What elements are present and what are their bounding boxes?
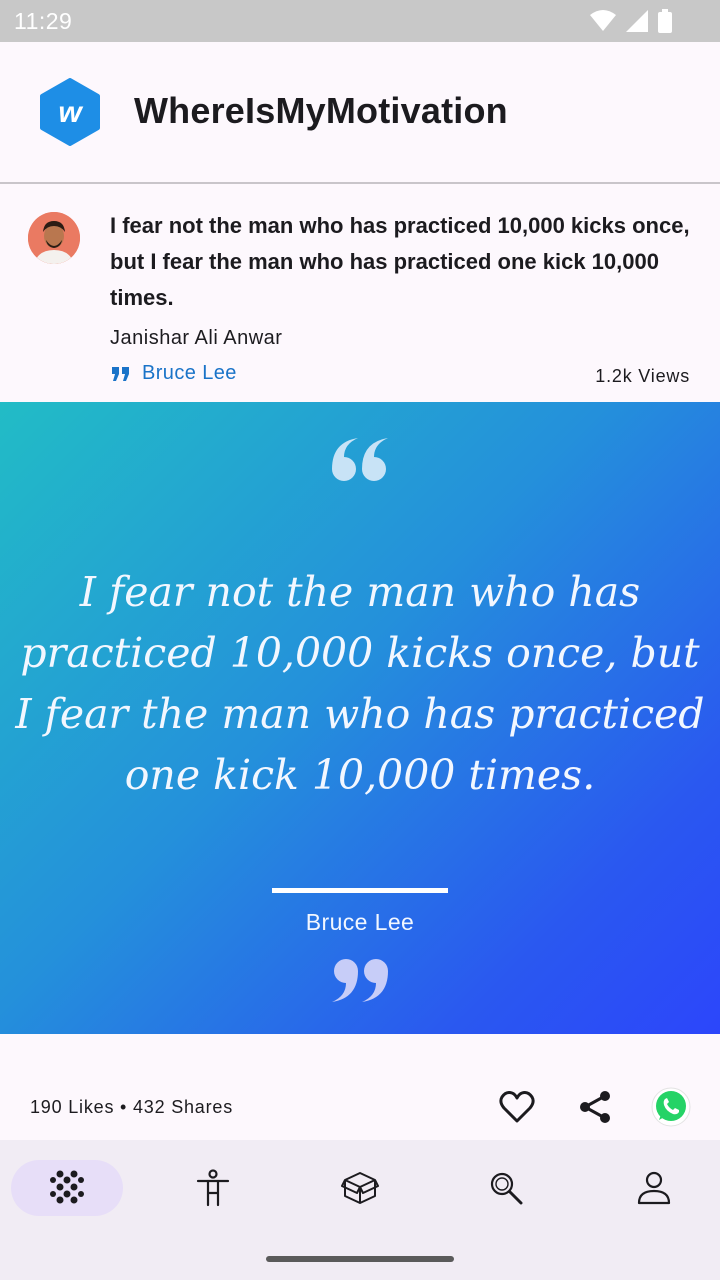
post-quote[interactable]: I fear not the man who has practiced 10,… <box>110 208 700 316</box>
app-logo: w <box>40 78 100 146</box>
nav-search[interactable] <box>486 1160 526 1216</box>
nav-home[interactable] <box>11 1160 123 1216</box>
poster-name: Janishar Ali Anwar <box>110 327 283 349</box>
open-quote-icon <box>332 438 388 481</box>
app-bar: w WhereIsMyMotivation <box>0 42 720 184</box>
dots-grid-icon <box>50 1170 84 1204</box>
battery-icon <box>658 9 672 33</box>
post-header: I fear not the man who has practiced 10,… <box>0 184 720 402</box>
view-count: 1.2k Views <box>595 366 690 386</box>
nav-packages[interactable] <box>340 1160 380 1216</box>
search-icon <box>490 1172 523 1205</box>
whatsapp-button[interactable] <box>650 1086 692 1128</box>
card-divider <box>272 888 448 893</box>
card-quote: I fear not the man who has practiced 10,… <box>15 568 705 799</box>
status-bar: 11:29 <box>0 0 720 42</box>
likes-shares-count: 190 Likes • 432 Shares <box>30 1097 234 1117</box>
quote-card[interactable]: I fear not the man who has practiced 10,… <box>0 402 720 1034</box>
package-icon <box>341 1172 379 1204</box>
bottom-nav <box>0 1140 720 1280</box>
app-title: WhereIsMyMotivation <box>134 90 508 131</box>
home-indicator[interactable] <box>266 1256 454 1262</box>
author-name: Bruce Lee <box>142 362 237 384</box>
whatsapp-icon <box>651 1087 691 1127</box>
avatar-image <box>28 212 80 264</box>
like-button[interactable] <box>496 1086 538 1128</box>
status-time: 11:29 <box>14 8 73 34</box>
wifi-icon <box>590 10 616 31</box>
quote-icon <box>112 366 129 381</box>
status-icons <box>590 9 672 33</box>
card-author: Bruce Lee <box>305 909 415 935</box>
nav-motivation[interactable] <box>193 1160 233 1216</box>
person-icon <box>637 1171 671 1205</box>
svg-text:w: w <box>58 96 83 129</box>
author-link[interactable]: Bruce Lee <box>112 362 237 385</box>
signal-icon <box>626 10 648 32</box>
nav-profile[interactable] <box>634 1160 674 1216</box>
share-icon <box>580 1091 610 1123</box>
avatar[interactable] <box>28 212 80 264</box>
share-button[interactable] <box>574 1086 616 1128</box>
close-quote-icon <box>332 959 388 1002</box>
person-accessibility-icon <box>196 1169 230 1207</box>
heart-icon <box>499 1091 535 1123</box>
